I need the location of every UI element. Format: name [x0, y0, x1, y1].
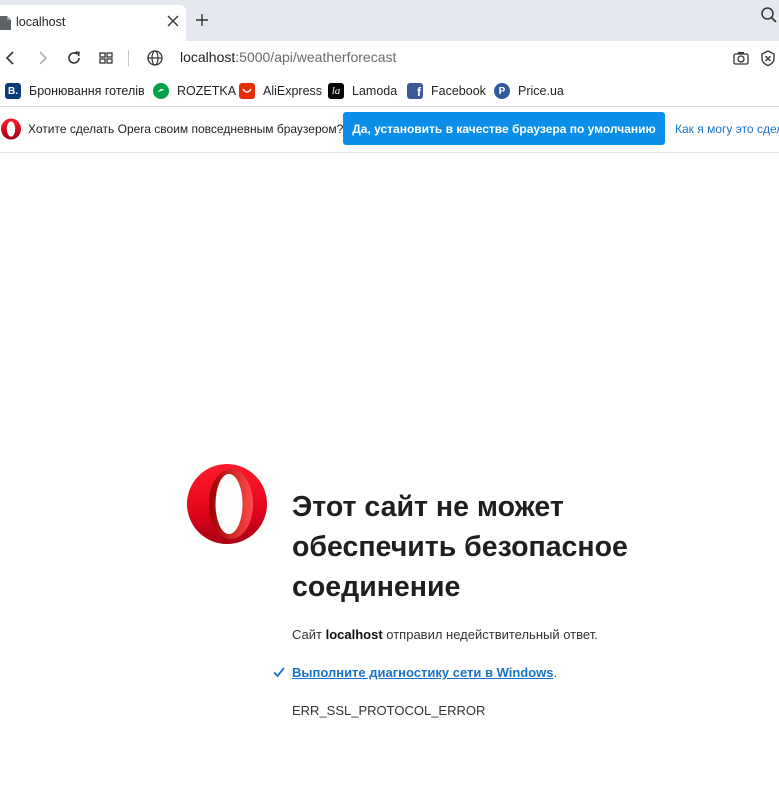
diagnostic-dot: . [553, 665, 558, 680]
url-field[interactable]: localhost:5000/api/weatherforecast [180, 49, 396, 65]
bookmark-label: Lamoda [352, 84, 398, 98]
bookmark-label: Facebook [431, 84, 486, 98]
bookmark-label: Price.ua [518, 84, 564, 98]
facebook-icon: f [407, 83, 423, 99]
aliexpress-icon [239, 83, 255, 99]
tab-strip: localhost [0, 0, 779, 41]
lamoda-icon: la [328, 83, 344, 99]
url-path: :5000/api/weatherforecast [235, 49, 397, 65]
bookmark-booking[interactable]: B. Бронювання готелів [5, 82, 145, 100]
checkmark-icon [273, 667, 285, 678]
bookmark-label: ROZETKA [177, 84, 237, 98]
camera-icon[interactable] [732, 49, 750, 67]
set-default-button[interactable]: Да, установить в качестве браузера по ум… [343, 112, 665, 145]
booking-icon: B. [5, 83, 21, 99]
plus-icon[interactable] [194, 12, 210, 28]
speed-dial-icon[interactable] [97, 49, 115, 67]
globe-icon[interactable] [146, 49, 164, 67]
divider [128, 50, 129, 66]
bookmark-label: Бронювання готелів [29, 84, 145, 98]
desc-suffix: отправил недействительный ответ. [382, 627, 598, 642]
opera-logo-icon [187, 464, 267, 544]
network-diagnostics-link[interactable]: Выполните диагностику сети в Windows. [292, 665, 557, 680]
how-can-i-link[interactable]: Как я могу это сдел [675, 122, 779, 136]
tab-title: localhost [16, 15, 66, 29]
reload-icon[interactable] [65, 49, 83, 67]
desc-host: localhost [325, 627, 383, 642]
tab-localhost[interactable]: localhost [0, 5, 186, 41]
close-icon[interactable] [166, 14, 180, 28]
error-title: Этот сайт не может обеспечить безопасное… [292, 491, 628, 603]
forward-icon[interactable] [33, 49, 51, 67]
infobar-text: Хотите сделать Opera своим повседневным … [28, 122, 344, 136]
url-host: localhost [180, 49, 236, 65]
bookmarks-bar: B. Бронювання готелів ROZETKA AliExpress… [0, 75, 779, 107]
bookmark-label: AliExpress [263, 84, 323, 98]
page-icon [0, 16, 11, 30]
address-bar-row: localhost:5000/api/weatherforecast [0, 41, 779, 75]
desc-prefix: Сайт [292, 627, 326, 642]
search-icon[interactable] [760, 6, 778, 24]
bookmark-priceua[interactable]: P Price.ua [494, 82, 564, 100]
bookmark-lamoda[interactable]: la Lamoda [328, 82, 397, 100]
bookmark-aliexpress[interactable]: AliExpress [239, 82, 322, 100]
back-icon[interactable] [2, 49, 20, 67]
bookmark-facebook[interactable]: f Facebook [407, 82, 486, 100]
priceua-icon: P [494, 83, 510, 99]
opera-logo-icon [1, 118, 21, 140]
default-browser-infobar: Хотите сделать Opera своим повседневным … [0, 107, 779, 153]
error-code: ERR_SSL_PROTOCOL_ERROR [292, 703, 486, 718]
rozetka-icon [153, 83, 169, 99]
bookmark-rozetka[interactable]: ROZETKA [153, 82, 236, 100]
diagnostic-link-text: Выполните диагностику сети в Windows [292, 665, 554, 680]
ad-blocker-icon[interactable] [759, 49, 777, 67]
error-description: Сайт localhost отправил недействительный… [292, 627, 598, 642]
